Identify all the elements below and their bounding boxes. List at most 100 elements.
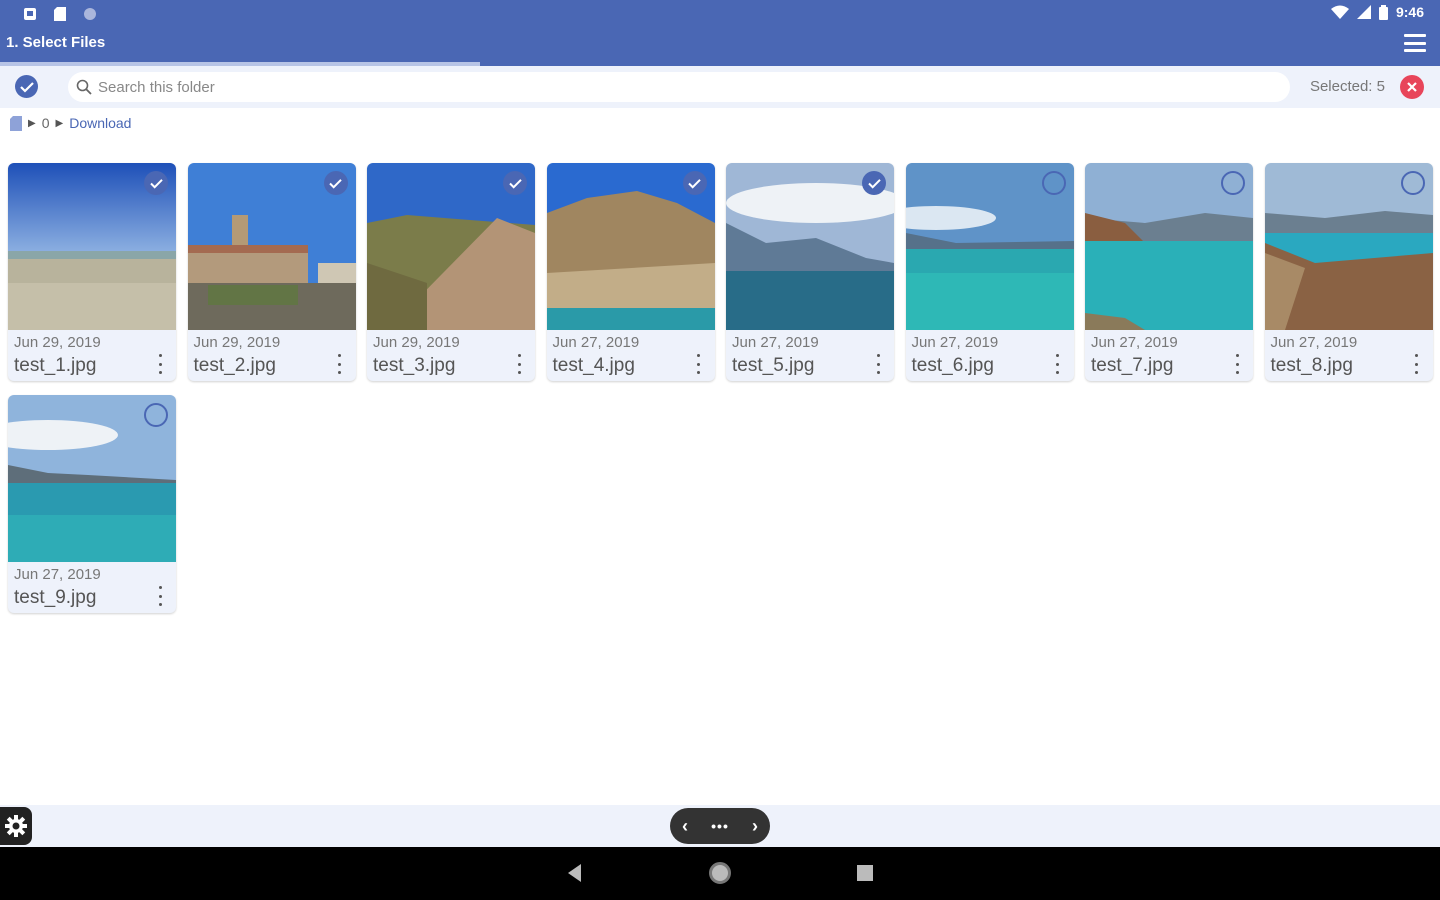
select-all-button[interactable] [15, 75, 38, 98]
file-name: test_3.jpg [373, 355, 456, 376]
storage-icon[interactable] [10, 115, 22, 131]
selected-check[interactable] [503, 171, 527, 195]
more-options-button[interactable] [874, 354, 882, 374]
bottom-toolbar: ‹ ••• › [0, 805, 1440, 847]
unselected-check[interactable] [1041, 171, 1066, 195]
back-icon[interactable] [568, 864, 581, 882]
file-meta: Jun 27, 2019 test_6.jpg [906, 330, 1074, 381]
unselected-check[interactable] [1221, 171, 1245, 195]
unselected-check[interactable] [1400, 171, 1425, 195]
more-options-button[interactable] [336, 354, 344, 374]
close-icon [1407, 82, 1417, 92]
selected-check[interactable] [682, 171, 707, 195]
thumbnail-image [8, 163, 176, 330]
unselected-check[interactable] [144, 403, 168, 427]
menu-icon-line [1404, 41, 1426, 45]
system-nav-bar [0, 847, 1440, 900]
status-icons-left [22, 6, 98, 22]
search-input[interactable] [98, 78, 1248, 96]
file-date: Jun 29, 2019 [373, 334, 460, 351]
gear-icon [5, 815, 27, 837]
check-icon [149, 178, 163, 189]
file-meta: Jun 29, 2019 test_3.jpg [367, 330, 535, 381]
thumbnail-image [8, 395, 176, 562]
file-card[interactable]: Jun 27, 2019 test_4.jpg [546, 163, 715, 381]
wifi-icon [1330, 5, 1349, 19]
thumbnail-image [726, 163, 894, 330]
file-name: test_1.jpg [14, 355, 97, 376]
next-page-button[interactable]: › [752, 816, 758, 837]
file-card[interactable]: Jun 27, 2019 test_9.jpg [8, 395, 176, 613]
status-right: 9:46 [1330, 4, 1424, 20]
search-box [68, 72, 1290, 102]
notification-icon [22, 6, 38, 22]
thumbnail-image [546, 163, 715, 330]
check-icon [329, 178, 342, 189]
thumbnail-image [367, 163, 535, 330]
thumbnail-image [187, 163, 356, 330]
file-name: test_4.jpg [552, 355, 635, 376]
file-meta: Jun 29, 2019 test_1.jpg [8, 330, 176, 381]
more-options-button[interactable] [515, 354, 523, 374]
more-options-button[interactable] [695, 354, 703, 374]
search-toolbar: Selected: 5 [0, 66, 1440, 108]
check-icon [508, 178, 522, 189]
file-date: Jun 27, 2019 [1091, 334, 1178, 351]
file-card[interactable]: Jun 27, 2019 test_8.jpg [1264, 163, 1433, 381]
status-time: 9:46 [1395, 4, 1424, 20]
file-date: Jun 27, 2019 [552, 334, 640, 351]
breadcrumb-item-download[interactable]: Download [69, 115, 131, 131]
pager-dots: ••• [711, 818, 729, 834]
sync-icon [82, 6, 98, 22]
breadcrumb-item-root[interactable]: 0 [42, 115, 50, 131]
file-name: test_8.jpg [1270, 355, 1353, 376]
file-meta: Jun 27, 2019 test_8.jpg [1265, 330, 1433, 381]
file-card[interactable]: Jun 29, 2019 test_1.jpg [8, 163, 176, 381]
file-date: Jun 29, 2019 [193, 334, 281, 351]
file-date: Jun 27, 2019 [1270, 334, 1358, 351]
file-card[interactable]: Jun 27, 2019 test_7.jpg [1085, 163, 1253, 381]
more-options-button[interactable] [1054, 354, 1062, 374]
recent-apps-icon[interactable] [857, 865, 873, 881]
selected-check[interactable] [323, 171, 348, 195]
more-options-button[interactable] [1233, 354, 1241, 374]
file-name: test_2.jpg [193, 355, 276, 376]
file-card[interactable]: Jun 27, 2019 test_5.jpg [726, 163, 894, 381]
file-meta: Jun 29, 2019 test_2.jpg [188, 330, 356, 381]
previous-page-button[interactable]: ‹ [682, 816, 688, 837]
selected-check[interactable] [144, 171, 168, 195]
more-options-button[interactable] [156, 354, 164, 374]
pager-control: ‹ ••• › [670, 808, 770, 844]
file-name: test_6.jpg [911, 355, 994, 376]
app-bar: 9:46 1. Select Files [0, 0, 1440, 66]
thumbnail-image [1085, 163, 1253, 330]
file-name: test_7.jpg [1091, 355, 1174, 376]
home-icon[interactable] [709, 862, 731, 884]
file-card[interactable]: Jun 29, 2019 test_3.jpg [367, 163, 535, 381]
file-name: test_9.jpg [14, 587, 97, 608]
settings-button[interactable] [0, 807, 32, 845]
file-meta: Jun 27, 2019 test_9.jpg [8, 562, 176, 613]
check-icon [19, 81, 34, 93]
sd-card-icon [52, 6, 68, 22]
file-date: Jun 27, 2019 [732, 334, 819, 351]
clear-selection-button[interactable] [1400, 75, 1424, 99]
battery-icon [1378, 4, 1388, 20]
file-name: test_5.jpg [732, 355, 815, 376]
more-options-button[interactable] [156, 586, 164, 606]
file-meta: Jun 27, 2019 test_7.jpg [1085, 330, 1253, 381]
search-icon [76, 79, 92, 95]
selected-check[interactable] [862, 171, 886, 195]
more-options-button[interactable] [1413, 354, 1421, 374]
file-card[interactable]: Jun 27, 2019 test_6.jpg [905, 163, 1074, 381]
thumbnail-image [905, 163, 1074, 330]
file-grid: Jun 29, 2019 test_1.jpg Jun 29, 2019 tes… [8, 163, 1438, 613]
thumbnail-image [1264, 163, 1433, 330]
file-date: Jun 27, 2019 [911, 334, 999, 351]
file-date: Jun 29, 2019 [14, 334, 101, 351]
selected-count-label: Selected: 5 [1309, 78, 1385, 95]
file-meta: Jun 27, 2019 test_4.jpg [547, 330, 715, 381]
breadcrumb-separator: ▶ [28, 117, 36, 129]
menu-button[interactable] [1404, 34, 1426, 52]
file-card[interactable]: Jun 29, 2019 test_2.jpg [187, 163, 356, 381]
